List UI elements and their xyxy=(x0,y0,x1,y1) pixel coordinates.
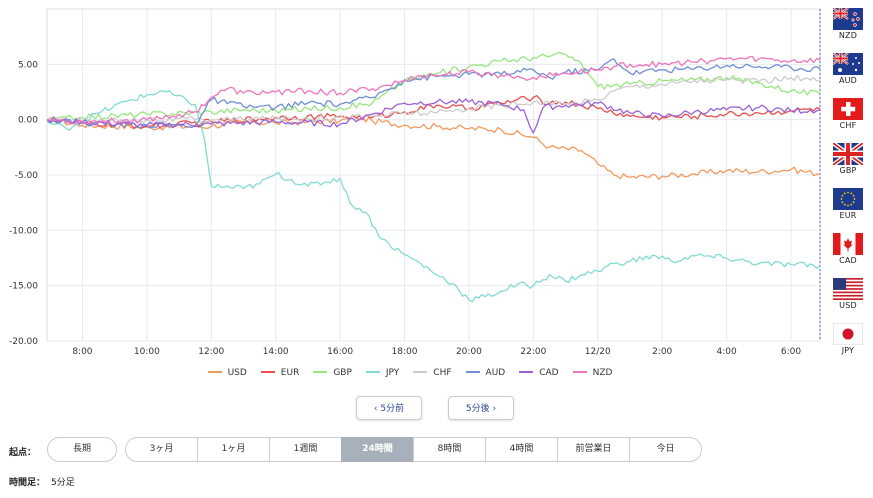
period-option[interactable]: 今日 xyxy=(629,437,702,462)
currency-code-label: EUR xyxy=(839,211,857,220)
legend-item-jpy[interactable]: JPY xyxy=(365,368,400,378)
period-option[interactable]: 8時間 xyxy=(413,437,486,462)
y-tick-label: -15.00 xyxy=(9,282,38,292)
y-tick-label: -20.00 xyxy=(9,337,38,347)
currency-code-label: USD xyxy=(839,301,857,310)
x-tick-label: 18:00 xyxy=(392,347,418,357)
period-option[interactable]: 24時間 xyxy=(341,437,414,462)
x-tick-label: 22:00 xyxy=(520,347,546,357)
start-point-label: 起点： xyxy=(9,448,37,458)
us-flag-icon xyxy=(823,278,873,300)
currency-code-label: CHF xyxy=(839,121,857,130)
currency-flag-aud[interactable]: AUD xyxy=(823,53,873,97)
currency-flag-eur[interactable]: EUR xyxy=(823,188,873,232)
currency-flag-chf[interactable]: CHF xyxy=(823,98,873,142)
period-option[interactable]: 4時間 xyxy=(485,437,558,462)
chart-grid xyxy=(46,8,821,342)
timeframe-info: 時間足： 5分足 xyxy=(9,475,75,488)
jp-flag-icon xyxy=(823,323,873,345)
currency-flag-cad[interactable]: CAD xyxy=(823,233,873,277)
legend-swatch xyxy=(207,370,222,373)
y-tick-label: 0.00 xyxy=(18,116,38,126)
x-tick-label: 12/20 xyxy=(585,347,611,357)
x-tick-label: 10:00 xyxy=(134,347,160,357)
currency-code-label: AUD xyxy=(838,76,858,85)
currency-code-label: CAD xyxy=(839,256,857,265)
series-line-aud xyxy=(46,58,821,129)
legend-item-gbp[interactable]: GBP xyxy=(313,368,352,378)
legend-item-eur[interactable]: EUR xyxy=(260,368,300,378)
eu-flag-icon xyxy=(823,188,873,210)
period-long-button[interactable]: 長期 xyxy=(47,437,117,462)
legend-label: NZD xyxy=(592,368,613,378)
nz-flag-icon xyxy=(823,8,873,30)
timeframe-value: 5分足 xyxy=(51,478,75,488)
prev-5min-button[interactable]: ‹ 5分前 xyxy=(356,396,422,420)
currency-code-label: GBP xyxy=(839,166,857,175)
ch-flag-icon xyxy=(823,98,873,120)
x-tick-label: 16:00 xyxy=(327,347,353,357)
y-tick-label: 5.00 xyxy=(18,60,38,70)
ca-flag-icon xyxy=(823,233,873,255)
y-axis-ticks: 5.00 0.00 -5.00 -10.00 -15.00 -20.00 xyxy=(9,60,38,347)
legend-item-aud[interactable]: AUD xyxy=(465,368,506,378)
gb-flag-icon xyxy=(823,143,873,165)
currency-code-label: NZD xyxy=(838,31,858,40)
x-tick-label: 20:00 xyxy=(456,347,482,357)
legend-swatch xyxy=(572,370,587,373)
period-option[interactable]: 前営業日 xyxy=(557,437,630,462)
currency-flag-nzd[interactable]: NZD xyxy=(823,8,873,52)
legend-swatch xyxy=(365,370,380,373)
x-tick-label: 14:00 xyxy=(263,347,289,357)
period-option[interactable]: 3ヶ月 xyxy=(125,437,198,462)
series-line-cad xyxy=(46,98,821,134)
currency-flag-usd[interactable]: USD xyxy=(823,278,873,322)
line-chart: 5.00 0.00 -5.00 -10.00 -15.00 -20.00 8:00 10:0… xyxy=(9,8,821,357)
x-tick-label: 6:00 xyxy=(781,347,801,357)
au-flag-icon xyxy=(823,53,873,75)
x-tick-label: 12:00 xyxy=(198,347,224,357)
x-axis-ticks: 8:00 10:00 12:00 14:00 16:00 18:00 20:00 22:00 1… xyxy=(72,347,801,357)
currency-code-label: JPY xyxy=(841,346,855,355)
legend-label: AUD xyxy=(485,368,506,378)
x-tick-label: 8:00 xyxy=(72,347,92,357)
timeframe-label: 時間足： xyxy=(9,478,46,488)
chart-series xyxy=(46,51,821,303)
legend-item-cad[interactable]: CAD xyxy=(519,368,559,378)
legend-item-nzd[interactable]: NZD xyxy=(572,368,613,378)
legend-swatch xyxy=(413,370,428,373)
legend-swatch xyxy=(313,370,328,373)
legend-swatch xyxy=(465,370,480,373)
legend-swatch xyxy=(260,370,275,373)
y-tick-label: -5.00 xyxy=(15,171,39,181)
chart-legend: USD EUR GBP JPY CHF AUD CAD NZD xyxy=(0,368,820,378)
currency-flag-jpy[interactable]: JPY xyxy=(823,323,873,367)
legend-swatch xyxy=(519,370,534,373)
next-5min-button[interactable]: 5分後 › xyxy=(448,396,514,420)
legend-label: CAD xyxy=(539,368,559,378)
x-tick-label: 4:00 xyxy=(716,347,736,357)
legend-label: GBP xyxy=(333,368,352,378)
x-tick-label: 2:00 xyxy=(652,347,672,357)
legend-label: EUR xyxy=(280,368,300,378)
legend-label: JPY xyxy=(385,368,400,378)
legend-item-chf[interactable]: CHF xyxy=(413,368,452,378)
series-line-gbp xyxy=(46,51,821,122)
legend-label: CHF xyxy=(433,368,452,378)
legend-label: USD xyxy=(227,368,247,378)
currency-flag-gbp[interactable]: GBP xyxy=(823,143,873,187)
legend-item-usd[interactable]: USD xyxy=(207,368,247,378)
series-line-chf xyxy=(46,74,821,125)
y-tick-label: -10.00 xyxy=(9,226,38,236)
period-option[interactable]: 1週間 xyxy=(269,437,342,462)
period-option[interactable]: 1ヶ月 xyxy=(197,437,270,462)
